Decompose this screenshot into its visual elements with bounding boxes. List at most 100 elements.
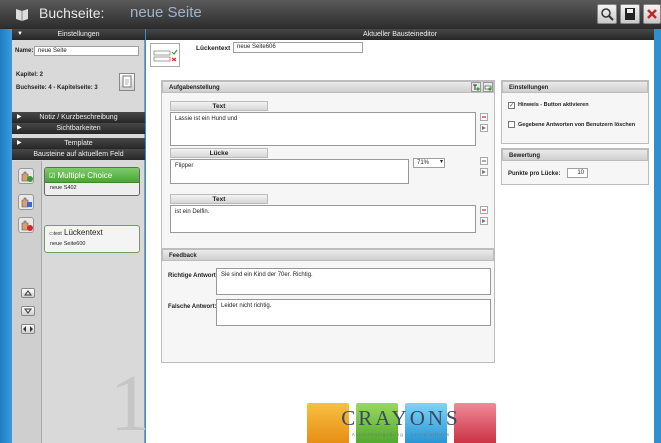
delete-block-button[interactable] [480, 157, 488, 165]
minus-icon [482, 116, 486, 118]
chapter-label: Kapitel: 2 [16, 72, 44, 78]
hint-button-label: Hinweis - Button aktivieren [518, 102, 589, 108]
block-title: Lückentext [64, 228, 103, 237]
blocks-section-header: Bausteine auf aktuellem Feld [12, 149, 145, 160]
arrow-icon [482, 126, 486, 130]
visibility-section-header[interactable]: ▶ Sichtbarkeiten [12, 123, 145, 134]
feedback-panel-header: Feedback [162, 249, 494, 261]
settings-section-title: Einstellungen [57, 31, 100, 38]
delete-block-button[interactable] [480, 113, 488, 121]
block-item-cloze[interactable]: ▭text Lückentext neue Seite600 [44, 225, 140, 253]
right-border [654, 29, 661, 443]
correct-answer-input[interactable]: Sie sind ein Kind der 70er. Richtig. [216, 268, 491, 295]
clear-answers-label: Gegebene Antworten von Benutzern löschen [518, 122, 636, 128]
arrow-icon [482, 219, 486, 223]
block-title: Multiple Choice [57, 171, 113, 180]
hand-add-icon [21, 171, 33, 182]
notes-section-header[interactable]: ▶ Notiz / Kurzbeschreibung [12, 112, 145, 123]
cloze-form-icon [153, 49, 178, 62]
delete-block-tool[interactable] [18, 217, 34, 233]
page-settings-button[interactable] [119, 73, 135, 91]
wrong-answer-input[interactable]: Leider nicht richtig. [216, 299, 491, 326]
gap-add-icon [484, 85, 492, 91]
template-section-title: Template [64, 140, 93, 147]
correct-answer-label: Richtige Antwort: [168, 273, 218, 279]
name-label: Name: [15, 48, 34, 54]
hint-button-checkbox[interactable]: ✓ [508, 102, 515, 109]
task-panel: Aufgabenstellung Text Lassie ist ein Hun… [161, 80, 495, 271]
block-subtitle: neue S402 [50, 185, 77, 191]
left-border [0, 29, 12, 443]
notes-section-title: Notiz / Kurzbeschreibung [39, 114, 118, 121]
feedback-panel: Feedback Richtige Antwort: Sie sind ein … [161, 248, 495, 363]
points-label: Punkte pro Lücke: [508, 171, 561, 177]
expand-block-button[interactable] [480, 168, 488, 176]
disk-icon [625, 8, 635, 20]
add-text-button[interactable] [471, 82, 481, 92]
add-block-tool[interactable] [18, 168, 34, 184]
triangle-up-icon [24, 290, 32, 296]
settings-panel-header: Einstellungen [502, 81, 648, 93]
block-name-field[interactable]: neue Seite606 [233, 42, 363, 53]
page-title: neue Seite [130, 4, 202, 21]
checkbox-icon: ☑ [49, 173, 56, 180]
zoom-button[interactable] [597, 4, 617, 24]
settings-panel: Einstellungen ✓ Hinweis - Button aktivie… [501, 80, 649, 144]
collapse-arrow-icon: ▼ [17, 31, 23, 37]
book-icon [16, 9, 28, 21]
expand-arrow-icon: ▶ [17, 114, 22, 120]
arrow-icon [482, 170, 486, 174]
move-up-button[interactable] [21, 288, 35, 298]
save-button[interactable] [620, 4, 640, 24]
text-block-input[interactable]: ist ein Delfin. [170, 205, 476, 233]
delete-block-button[interactable] [480, 206, 488, 214]
crayons-tagline: Autorenumgebung - Lernplattform [351, 432, 451, 437]
text-block-header[interactable]: Text [170, 194, 268, 204]
page-icon [122, 75, 132, 88]
rating-panel: Bewertung Punkte pro Lücke: 10 [501, 148, 649, 185]
add-gap-button[interactable] [483, 82, 493, 92]
gap-block-header[interactable]: Lücke [170, 148, 268, 158]
hand-delete-icon [21, 220, 33, 231]
edit-block-tool[interactable] [18, 194, 34, 210]
minus-icon [482, 160, 486, 162]
cloze-icon: ▭text [49, 231, 62, 237]
text-block-input[interactable]: Lassie ist ein Hund und [170, 112, 476, 146]
clear-answers-checkbox[interactable] [508, 121, 515, 128]
task-panel-header: Aufgabenstellung [162, 81, 494, 93]
blocks-section-title: Bausteine auf aktuellem Feld [33, 151, 124, 158]
magnifier-icon [601, 8, 614, 21]
editor-header: Aktueller Bausteineditor [146, 29, 654, 40]
minus-icon [482, 209, 486, 211]
crayons-logo: CRAYONS [341, 406, 461, 430]
gap-block-input[interactable]: Flipper [170, 159, 409, 184]
triangle-down-icon [24, 308, 32, 314]
editor-area: Aktueller Bausteineditor Lückentext neue… [146, 29, 654, 443]
expand-block-button[interactable] [480, 217, 488, 225]
close-icon [647, 9, 657, 19]
close-button[interactable] [643, 4, 661, 24]
cloze-block-icon [150, 43, 180, 67]
text-add-icon [473, 84, 480, 91]
text-block-header[interactable]: Text [170, 101, 268, 111]
arrows-lr-icon [23, 326, 33, 332]
title-bar: Buchseite: neue Seite [0, 0, 661, 29]
gap-width-select[interactable]: 71% ▾ [413, 158, 445, 168]
points-field[interactable]: 10 [567, 168, 588, 178]
expand-arrow-icon: ▶ [17, 140, 22, 146]
template-section-header[interactable]: ▶ Template [12, 138, 145, 149]
name-field[interactable]: neue Seite [34, 46, 139, 56]
expand-arrow-icon: ▶ [17, 125, 22, 131]
visibility-section-title: Sichtbarkeiten [56, 125, 101, 132]
swap-button[interactable] [21, 324, 35, 334]
expand-block-button[interactable] [480, 124, 488, 132]
wrong-answer-label: Falsche Antwort: [168, 304, 217, 310]
block-subtitle: neue Seite600 [50, 241, 86, 247]
sidebar: ▼ Einstellungen Name: neue Seite Kapitel… [12, 29, 150, 443]
rating-panel-header: Bewertung [502, 149, 648, 161]
move-down-button[interactable] [21, 306, 35, 316]
block-item-multiple-choice[interactable]: ☑ Multiple Choice neue S402 [44, 167, 140, 196]
settings-section-header[interactable]: ▼ Einstellungen [12, 29, 145, 40]
gap-width-value: 71% [417, 160, 430, 166]
page-info-label: Buchseite: 4 - Kapitelseite: 3 [16, 85, 98, 91]
